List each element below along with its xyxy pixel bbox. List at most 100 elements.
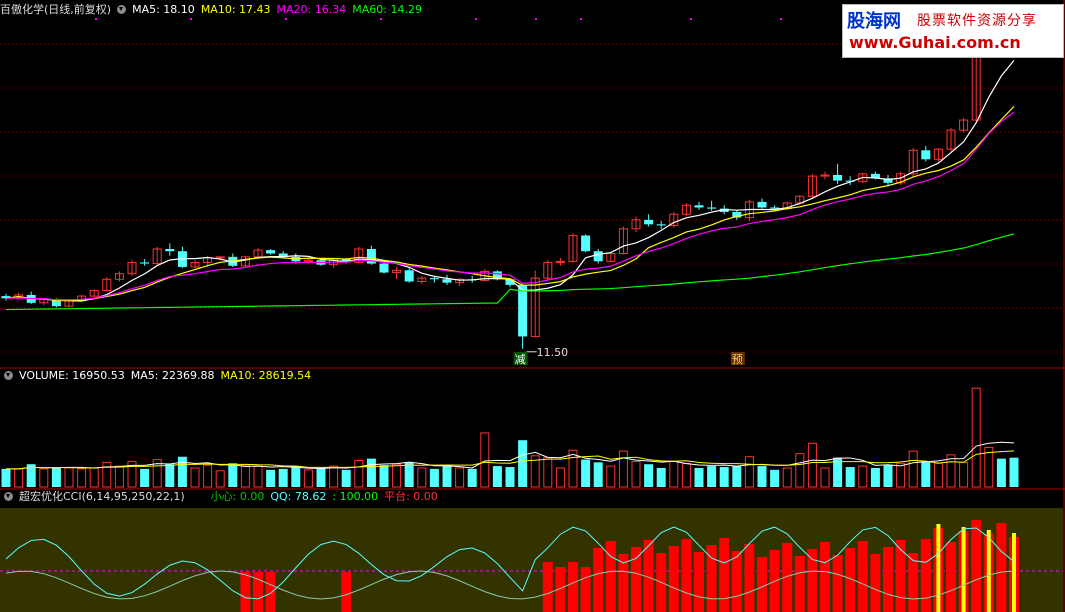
- volume-bar: [228, 463, 238, 487]
- top-tick-mark: [535, 18, 537, 20]
- top-tick-mark: [580, 18, 582, 20]
- volume-bar: [707, 466, 717, 487]
- cci-red-bar: [605, 541, 616, 612]
- volume-bar: [921, 461, 931, 487]
- volume-bar: [266, 469, 276, 487]
- volume-bar: [996, 458, 1006, 487]
- volume-bar: [177, 456, 187, 487]
- cci-red-bar: [694, 552, 704, 612]
- volume-bar: [429, 468, 439, 487]
- cci-red-bar: [807, 549, 818, 612]
- cci-panel-header: 超宏优化CCI(6,14,95,250,22,1) 小心: 0.00 QQ: 78.…: [0, 489, 444, 505]
- volume-bar: [366, 458, 376, 487]
- cci-red-bar: [895, 540, 906, 612]
- top-tick-mark: [690, 18, 692, 20]
- volume-bar: [644, 464, 654, 487]
- volume-bar: [845, 467, 855, 487]
- volume-bar: [694, 467, 704, 487]
- cci-red-bar: [593, 548, 604, 612]
- cci-red-bar: [542, 562, 553, 612]
- volume-bar: [593, 462, 603, 487]
- candle-body: [404, 270, 414, 282]
- volume-menu-icon[interactable]: [4, 371, 13, 380]
- cci-red-bar: [265, 572, 276, 612]
- cci-red-bar: [744, 544, 755, 612]
- watermark-logo: 股海网 股票软件资源分享 www.Guhai.com.cn: [842, 4, 1064, 58]
- cci-red-bar: [240, 572, 251, 612]
- candle-body: [581, 235, 591, 252]
- volume-bar: [1, 468, 11, 487]
- stock-title[interactable]: 百傲化学(日线,前复权): [0, 3, 111, 16]
- stock-chart-canvas[interactable]: 11.50 减 预: [0, 0, 1065, 612]
- candle-body: [518, 284, 528, 337]
- ma20-readout: MA20: 16.34: [276, 3, 347, 16]
- pre-marker-text: 预: [732, 353, 743, 366]
- cci-red-bar: [794, 556, 805, 612]
- cci-red-bar: [908, 553, 919, 612]
- volume-ma10-readout: MA10: 28619.54: [220, 369, 312, 382]
- cci-red-bar: [920, 539, 931, 612]
- cci-xiaoxin-readout: 小心: 0.00: [210, 490, 265, 503]
- volume-bar: [757, 466, 767, 487]
- candle-body: [707, 207, 717, 209]
- volume-bar: [492, 466, 502, 487]
- volume-bar: [518, 440, 528, 487]
- cci-yellow-bar: [1012, 533, 1016, 612]
- candle-body: [266, 250, 276, 254]
- ma10-readout: MA10: 17.43: [200, 3, 271, 16]
- volume-bar: [140, 468, 150, 487]
- top-tick-mark: [95, 18, 97, 20]
- ma60-readout: MA60: 14.29: [352, 3, 422, 16]
- reduce-marker-text: 减: [515, 353, 526, 366]
- cci-red-bar: [870, 554, 881, 612]
- volume-bar: [278, 468, 288, 487]
- ma5-readout: MA5: 18.10: [132, 3, 195, 16]
- cci-yellow-bar: [961, 527, 966, 612]
- main-panel-header: 百傲化学(日线,前复权) MA5: 18.10 MA10: 17.43 MA20: 1…: [0, 2, 428, 18]
- volume-bar: [467, 468, 477, 487]
- cci-menu-icon[interactable]: [4, 492, 13, 501]
- candle-body: [656, 224, 666, 226]
- volume-bar: [341, 469, 351, 487]
- cci-red-bar: [580, 567, 591, 612]
- volume-bar: [165, 464, 175, 487]
- volume-readout: VOLUME: 16950.53: [19, 369, 125, 382]
- candle-body: [165, 248, 175, 252]
- cci-red-bar: [857, 541, 868, 612]
- cci-red-bar: [820, 542, 830, 612]
- top-tick-mark: [190, 18, 192, 20]
- cci-qq-readout: QQ: 78.62: [270, 490, 327, 503]
- candle-body: [757, 201, 767, 208]
- cci-red-bar: [341, 572, 352, 612]
- cci-red-bar: [971, 520, 982, 612]
- cci-red-bar: [731, 551, 742, 612]
- candle-body: [429, 278, 439, 280]
- volume-bar: [770, 469, 780, 487]
- candle-body: [644, 219, 654, 225]
- cci-red-bar: [631, 547, 641, 612]
- panel-menu-icon[interactable]: [117, 5, 127, 14]
- cci-red-bar: [719, 538, 730, 612]
- cci-red-bar: [832, 555, 843, 612]
- low-price-label: 11.50: [537, 346, 569, 359]
- top-tick-mark: [780, 18, 782, 20]
- watermark-brand: 股海网: [847, 11, 901, 32]
- volume-bar: [316, 467, 326, 487]
- cci-title[interactable]: 超宏优化CCI(6,14,95,250,22,1): [19, 490, 185, 503]
- cci-red-bar: [883, 547, 893, 612]
- volume-bar: [581, 459, 591, 487]
- volume-bar: [732, 466, 742, 487]
- cci-red-bar: [681, 539, 692, 612]
- cci-red-bar: [946, 542, 956, 612]
- candle-body: [833, 174, 843, 181]
- volume-bar: [404, 462, 414, 487]
- cci-indicator[interactable]: [0, 508, 1063, 612]
- top-tick-mark: [475, 18, 477, 20]
- cci-blank-readout: : 100.00: [332, 490, 379, 503]
- candle-body: [921, 150, 931, 160]
- volume-bar: [1009, 457, 1019, 487]
- candle-body: [140, 262, 150, 264]
- cci-yellow-bar: [936, 524, 941, 612]
- cci-red-bar: [568, 562, 578, 612]
- cci-red-bar: [757, 557, 767, 612]
